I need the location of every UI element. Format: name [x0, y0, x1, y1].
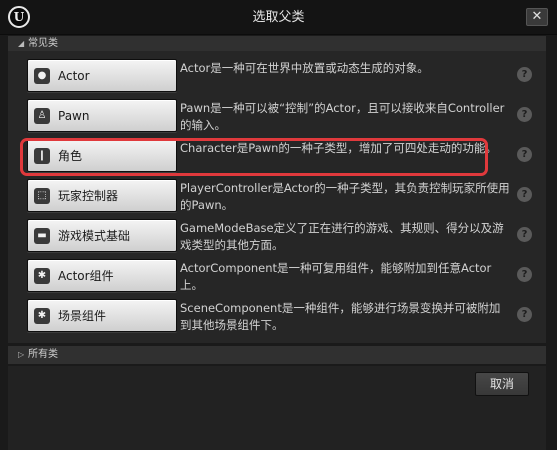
class-row: ♙ Pawn Pawn是一种可以被“控制”的Actor，且可以接收来自Control… — [8, 96, 546, 136]
collapse-arrow-icon: ◢ — [18, 39, 25, 48]
class-button-label: 游戏模式基础 — [58, 229, 131, 243]
gamemode-icon: ▬ — [34, 227, 50, 244]
character-icon: ❙ — [34, 147, 50, 164]
window-title: 选取父类 — [252, 10, 305, 25]
close-button[interactable]: ✕ — [526, 8, 548, 26]
class-description: ActorComponent是一种可复用组件，能够附加到任意Actor上。 — [180, 261, 492, 292]
class-button[interactable]: ♙ Pawn — [27, 99, 177, 132]
help-icon[interactable]: ? — [517, 307, 532, 322]
dialog-footer — [8, 366, 546, 450]
class-row: ✱ 场景组件 SceneComponent是一种组件，能够进行场景变换并可被附加到其… — [8, 296, 546, 336]
class-button-label: Actor — [58, 68, 90, 83]
pawn-icon: ♙ — [34, 107, 50, 124]
class-row: ✱ Actor组件 ActorComponent是一种可复用组件，能够附加到任意Ac… — [8, 256, 546, 296]
class-description: Character是Pawn的一种子类型，增加了可四处走动的功能。 — [180, 141, 497, 155]
title-bar: U 选取父类 ✕ — [0, 0, 557, 35]
class-button-label: Pawn — [58, 108, 90, 123]
common-classes-label: 常见类 — [28, 38, 58, 49]
class-row: ⬚ 玩家控制器 PlayerController是Actor的一种子类型，其负责控制… — [8, 176, 546, 216]
class-button-label: 场景组件 — [58, 309, 107, 323]
class-description: PlayerController是Actor的一种子类型，其负责控制玩家所使用的… — [180, 181, 510, 212]
scene-component-icon: ✱ — [34, 307, 50, 324]
class-row: ❙ 角色 Character是Pawn的一种子类型，增加了可四处走动的功能。? — [8, 136, 546, 176]
class-button[interactable]: ✱ 场景组件 — [27, 299, 177, 332]
class-button-label: 玩家控制器 — [58, 189, 119, 203]
controller-icon: ⬚ — [34, 187, 50, 204]
class-row: ▬ 游戏模式基础 GameModeBase定义了正在进行的游戏、其规则、得分以及游戏… — [8, 216, 546, 256]
all-classes-label: 所有类 — [28, 349, 58, 360]
class-button-label: Actor组件 — [58, 269, 114, 283]
class-button[interactable]: ⬚ 玩家控制器 — [27, 179, 177, 212]
help-icon[interactable]: ? — [517, 187, 532, 202]
class-button[interactable]: ❙ 角色 — [27, 139, 177, 172]
cancel-button[interactable]: 取消 — [475, 372, 529, 396]
class-button-label: 角色 — [58, 149, 83, 163]
help-icon[interactable]: ? — [517, 267, 532, 282]
class-row: ● Actor Actor是一种可在世界中放置或动态生成的对象。? — [8, 56, 546, 96]
class-button[interactable]: ▬ 游戏模式基础 — [27, 219, 177, 252]
all-classes-header[interactable]: ▷ 所有类 — [8, 346, 546, 364]
common-classes-header[interactable]: ◢ 常见类 — [8, 36, 546, 51]
help-icon[interactable]: ? — [517, 67, 532, 82]
class-description: SceneComponent是一种组件，能够进行场景变换并可被附加到其他场景组件… — [180, 301, 501, 332]
help-icon[interactable]: ? — [517, 147, 532, 162]
class-button[interactable]: ● Actor — [27, 59, 177, 92]
component-icon: ✱ — [34, 267, 50, 284]
class-button[interactable]: ✱ Actor组件 — [27, 259, 177, 292]
expand-arrow-icon: ▷ — [18, 350, 25, 359]
class-description: Pawn是一种可以被“控制”的Actor，且可以接收来自Controller的输… — [180, 101, 505, 132]
class-description: GameModeBase定义了正在进行的游戏、其规则、得分以及游戏类型的其他方面… — [180, 221, 504, 252]
sphere-icon: ● — [34, 67, 50, 84]
class-description: Actor是一种可在世界中放置或动态生成的对象。 — [180, 61, 429, 75]
help-icon[interactable]: ? — [517, 227, 532, 242]
help-icon[interactable]: ? — [517, 107, 532, 122]
